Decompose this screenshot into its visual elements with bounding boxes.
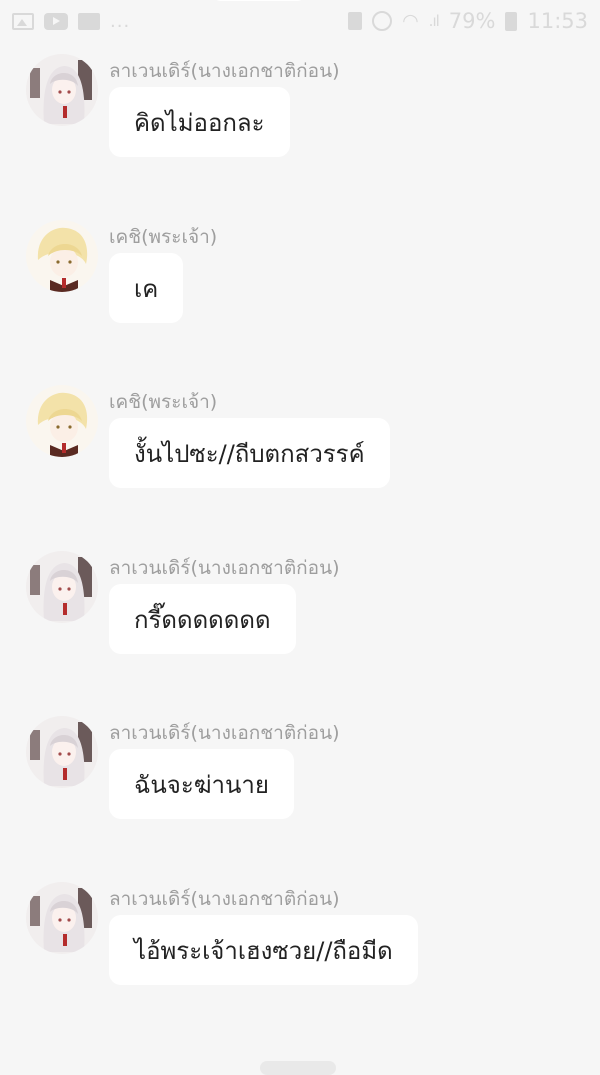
sender-name: ลาเวนเดิร์(นางเอกชาติก่อน) [109, 888, 340, 910]
chat-message: ลาเวนเดิร์(นางเอกชาติก่อน) ฉันจะฆ่านาย [26, 716, 586, 846]
chat-message: ลาเวนเดิร์(นางเอกชาติก่อน) คิดไม่ออกละ [26, 54, 586, 184]
message-bubble[interactable]: ไอ้พระเจ้าเฮงซวย//ถือมีด [109, 915, 418, 985]
data-saver-icon [372, 11, 393, 31]
message-bubble[interactable]: ฉันจะฆ่านาย [109, 749, 294, 819]
more-notifications-indicator: ... [110, 10, 131, 32]
avatar[interactable] [26, 385, 98, 457]
scroll-handle[interactable] [260, 1061, 336, 1075]
sender-name: เคชิ(พระเจ้า) [109, 226, 218, 248]
battery-percentage: 79% [448, 9, 496, 33]
message-bubble[interactable]: คิดไม่ออกละ [109, 87, 290, 157]
clock: 11:53 [527, 9, 588, 33]
youtube-notification-icon [44, 12, 68, 30]
avatar[interactable] [26, 882, 98, 954]
sender-name: เคชิ(พระเจ้า) [109, 391, 218, 413]
message-bubble[interactable]: งั้นไปซะ//ถีบตกสวรรค์ [109, 418, 390, 488]
wifi-icon: ◠ [402, 10, 419, 32]
message-bubble[interactable]: เค [109, 253, 184, 323]
sender-name: ลาเวนเดิร์(นางเอกชาติก่อน) [109, 722, 340, 744]
avatar[interactable] [26, 716, 98, 788]
sender-name: ลาเวนเดิร์(นางเอกชาติก่อน) [109, 557, 340, 579]
chat-message: ลาเวนเดิร์(นางเอกชาติก่อน) กรี๊ดดดดดดด [26, 551, 586, 681]
signal-icon: .ıl [428, 12, 440, 30]
avatar[interactable] [26, 220, 98, 292]
lock-icon [348, 12, 363, 30]
folder-notification-icon [78, 12, 100, 30]
chat-message: เคชิ(พระเจ้า) เค [26, 220, 586, 350]
status-bar: ... ◠ .ıl 79% 11:53 [0, 0, 600, 42]
chat-message: เคชิ(พระเจ้า) งั้นไปซะ//ถีบตกสวรรค์ [26, 385, 586, 515]
avatar[interactable] [26, 54, 98, 126]
battery-icon [505, 11, 518, 31]
sender-name: ลาเวนเดิร์(นางเอกชาติก่อน) [109, 60, 340, 82]
message-bubble[interactable]: กรี๊ดดดดดดด [109, 584, 296, 654]
chat-message: ลาเวนเดิร์(นางเอกชาติก่อน) ไอ้พระเจ้าเฮง… [26, 882, 586, 1012]
avatar[interactable] [26, 551, 98, 623]
image-notification-icon [12, 12, 34, 30]
